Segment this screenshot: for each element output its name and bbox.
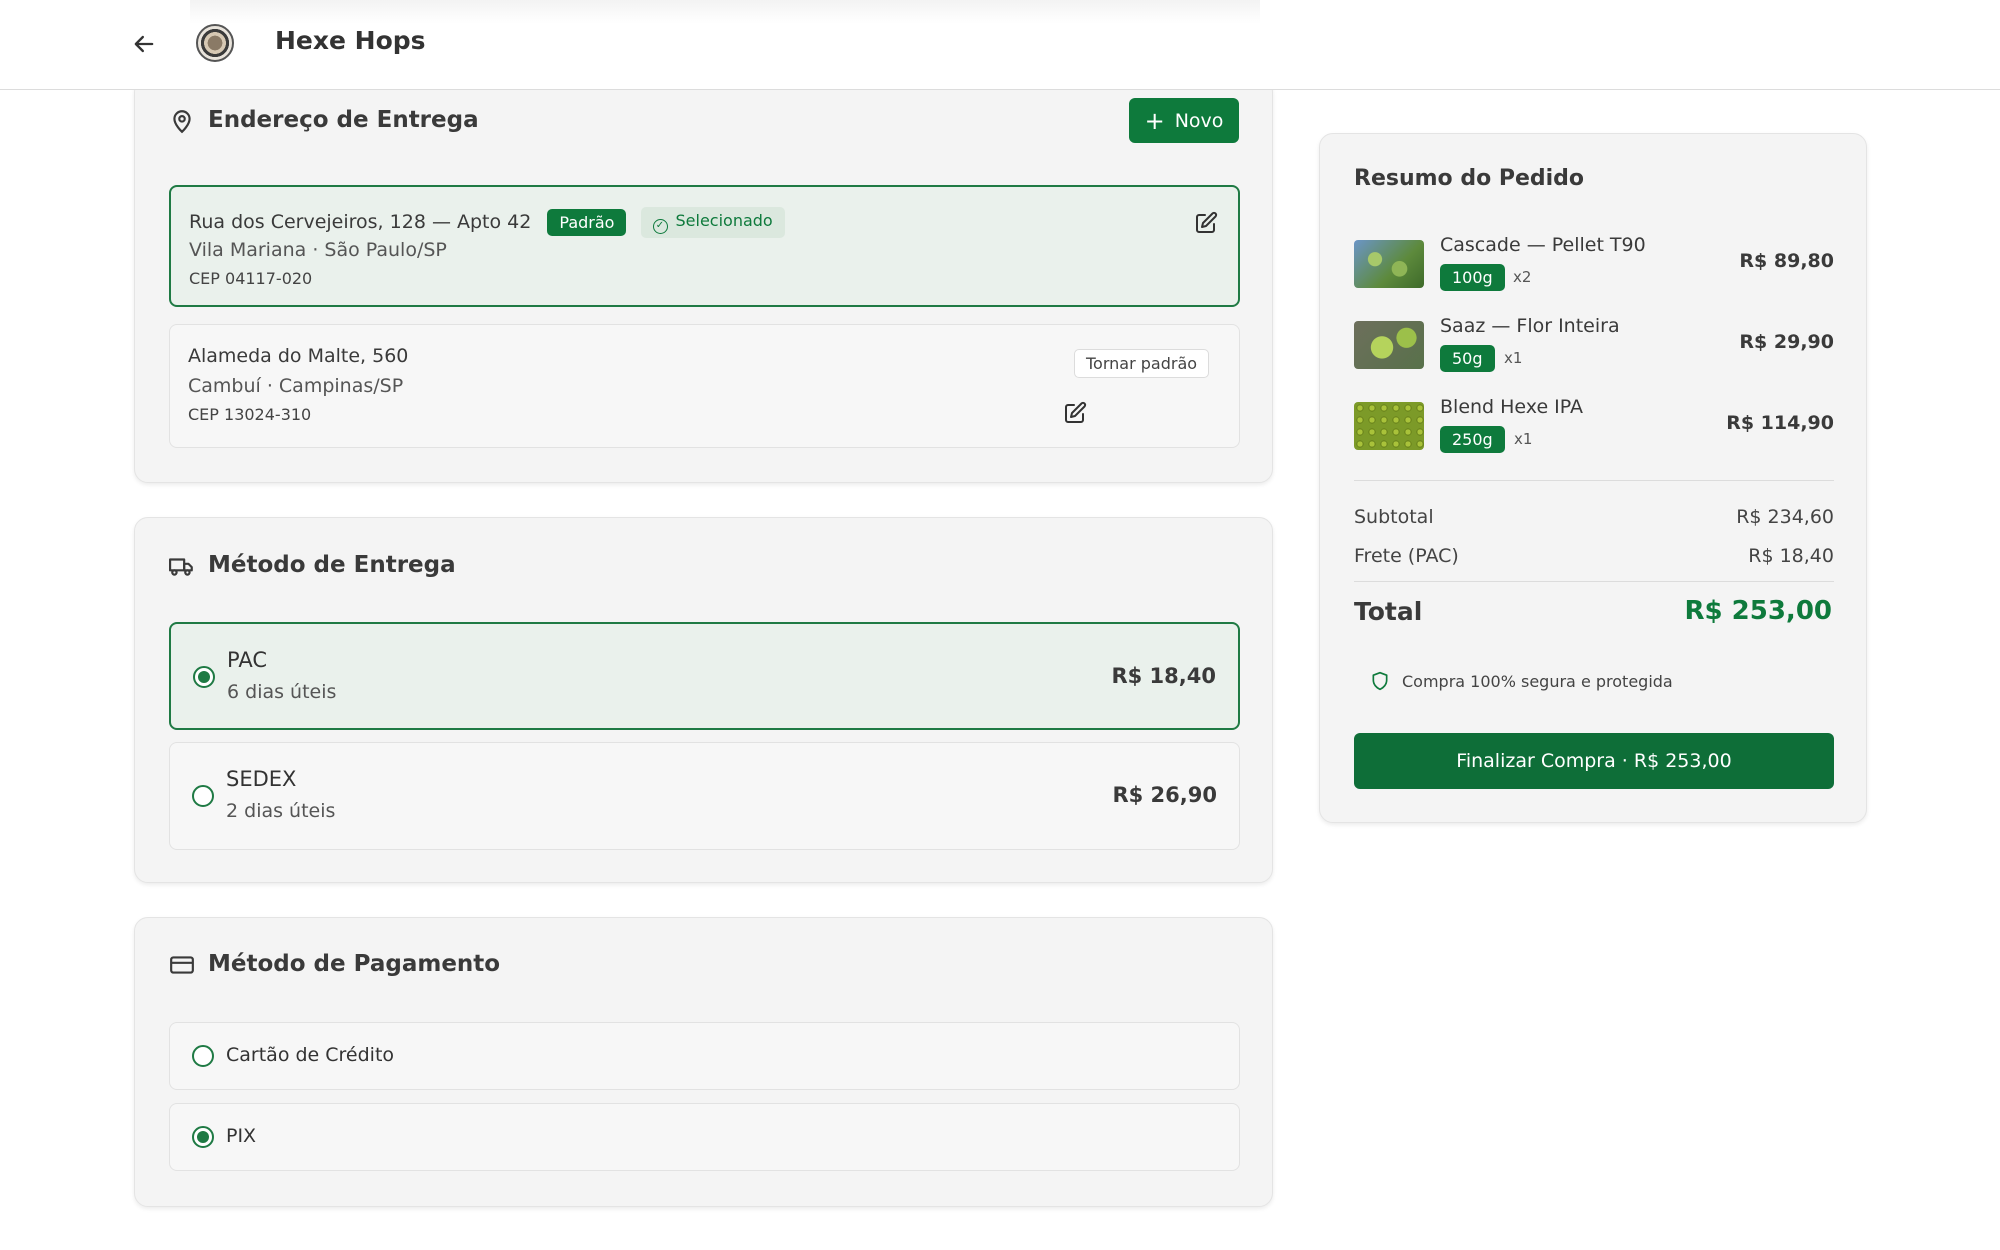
address-option-1[interactable]: Rua dos Cervejeiros, 128 — Apto 42 Padrã…	[169, 185, 1240, 307]
address-title: Endereço de Entrega	[208, 107, 479, 133]
shipping-value: R$ 18,40	[1748, 545, 1834, 567]
edit-icon[interactable]	[1063, 401, 1087, 425]
truck-icon	[169, 558, 193, 576]
product-name: Cascade — Pellet T90	[1440, 234, 1646, 256]
product-image	[1354, 402, 1424, 450]
product-name: Saaz — Flor Inteira	[1440, 315, 1620, 337]
radio-unselected-icon[interactable]	[192, 785, 214, 807]
order-summary-card: Resumo do Pedido Cascade — Pellet T90 10…	[1319, 133, 1867, 823]
total-value: R$ 253,00	[1684, 596, 1833, 626]
new-address-button[interactable]: + Novo	[1129, 98, 1239, 143]
radio-selected-icon[interactable]	[193, 666, 215, 688]
plus-icon: +	[1144, 106, 1165, 135]
divider	[1354, 480, 1834, 481]
credit-card-icon	[170, 956, 194, 974]
payment-name: Cartão de Crédito	[226, 1044, 395, 1066]
subtotal-label: Subtotal	[1354, 506, 1434, 528]
weight-chip: 100g	[1440, 264, 1505, 291]
weight-chip: 250g	[1440, 426, 1505, 453]
summary-item: Cascade — Pellet T90 100g x2 R$ 89,80	[1354, 234, 1834, 294]
topbar-shadow	[190, 0, 1260, 24]
address-cep: CEP 13024-310	[188, 405, 312, 424]
summary-item: Blend Hexe IPA 250g x1 R$ 114,90	[1354, 396, 1834, 456]
payment-card: Método de Pagamento Cartão de Crédito PI…	[134, 917, 1273, 1207]
selected-badge: ✓ Selecionado	[640, 207, 785, 238]
payment-name: PIX	[226, 1125, 257, 1147]
delivery-name: SEDEX	[226, 767, 297, 791]
payment-option-pix[interactable]: PIX	[169, 1103, 1240, 1171]
back-arrow-icon[interactable]	[130, 30, 158, 58]
shipping-row: Frete (PAC) R$ 18,40	[1354, 545, 1834, 567]
delivery-days: 2 dias úteis	[226, 800, 336, 822]
product-image	[1354, 240, 1424, 288]
checkout-button[interactable]: Finalizar Compra · R$ 253,00	[1354, 733, 1834, 789]
radio-selected-icon[interactable]	[192, 1126, 214, 1148]
delivery-title: Método de Entrega	[208, 552, 456, 578]
edit-icon[interactable]	[1194, 211, 1218, 235]
quantity: x1	[1514, 430, 1533, 448]
divider	[1354, 581, 1834, 582]
address-street-text: Rua dos Cervejeiros, 128 — Apto 42	[189, 211, 532, 233]
brand-logo[interactable]	[196, 24, 234, 62]
delivery-price: R$ 26,90	[1112, 783, 1217, 807]
address-cep: CEP 04117-020	[189, 269, 313, 288]
shipping-label: Frete (PAC)	[1354, 545, 1459, 567]
default-badge: Padrão	[547, 209, 627, 236]
payment-option-credit-card[interactable]: Cartão de Crédito	[169, 1022, 1240, 1090]
address-city: Vila Mariana · São Paulo/SP	[189, 239, 447, 261]
shield-icon	[1372, 671, 1388, 691]
radio-unselected-icon[interactable]	[192, 1045, 214, 1067]
delivery-card: Método de Entrega PAC 6 dias úteis R$ 18…	[134, 517, 1273, 883]
address-street: Rua dos Cervejeiros, 128 — Apto 42 Padrã…	[189, 207, 785, 238]
location-pin-icon	[173, 110, 191, 134]
product-price: R$ 89,80	[1739, 250, 1834, 272]
selected-badge-label: Selecionado	[675, 211, 773, 230]
product-price: R$ 29,90	[1739, 331, 1834, 353]
delivery-option-pac[interactable]: PAC 6 dias úteis R$ 18,40	[169, 622, 1240, 730]
top-bar: Hexe Hops	[0, 0, 2000, 90]
subtotal-row: Subtotal R$ 234,60	[1354, 506, 1834, 528]
summary-item: Saaz — Flor Inteira 50g x1 R$ 29,90	[1354, 315, 1834, 375]
total-label: Total	[1354, 597, 1423, 626]
secure-text: Compra 100% segura e protegida	[1402, 671, 1673, 691]
quantity: x2	[1513, 268, 1532, 286]
delivery-price: R$ 18,40	[1111, 664, 1216, 688]
secure-purchase-note: Compra 100% segura e protegida	[1370, 671, 1673, 691]
make-default-button[interactable]: Tornar padrão	[1074, 349, 1210, 378]
new-address-label: Novo	[1174, 109, 1224, 132]
product-image	[1354, 321, 1424, 369]
address-street: Alameda do Malte, 560	[188, 345, 409, 367]
address-option-2[interactable]: Alameda do Malte, 560 Cambuí · Campinas/…	[169, 324, 1240, 448]
weight-chip: 50g	[1440, 345, 1495, 372]
delivery-option-sedex[interactable]: SEDEX 2 dias úteis R$ 26,90	[169, 742, 1240, 850]
brand-name: Hexe Hops	[275, 26, 426, 55]
delivery-name: PAC	[227, 648, 267, 672]
delivery-days: 6 dias úteis	[227, 681, 337, 703]
product-price: R$ 114,90	[1726, 412, 1834, 434]
subtotal-value: R$ 234,60	[1736, 506, 1834, 528]
summary-title: Resumo do Pedido	[1354, 166, 1585, 191]
payment-title: Método de Pagamento	[208, 951, 501, 977]
address-city: Cambuí · Campinas/SP	[188, 375, 404, 397]
product-name: Blend Hexe IPA	[1440, 396, 1584, 418]
address-card: Endereço de Entrega Rua dos Cervejeiros,…	[134, 78, 1273, 483]
quantity: x1	[1504, 349, 1523, 367]
check-circle-icon: ✓	[652, 219, 668, 234]
